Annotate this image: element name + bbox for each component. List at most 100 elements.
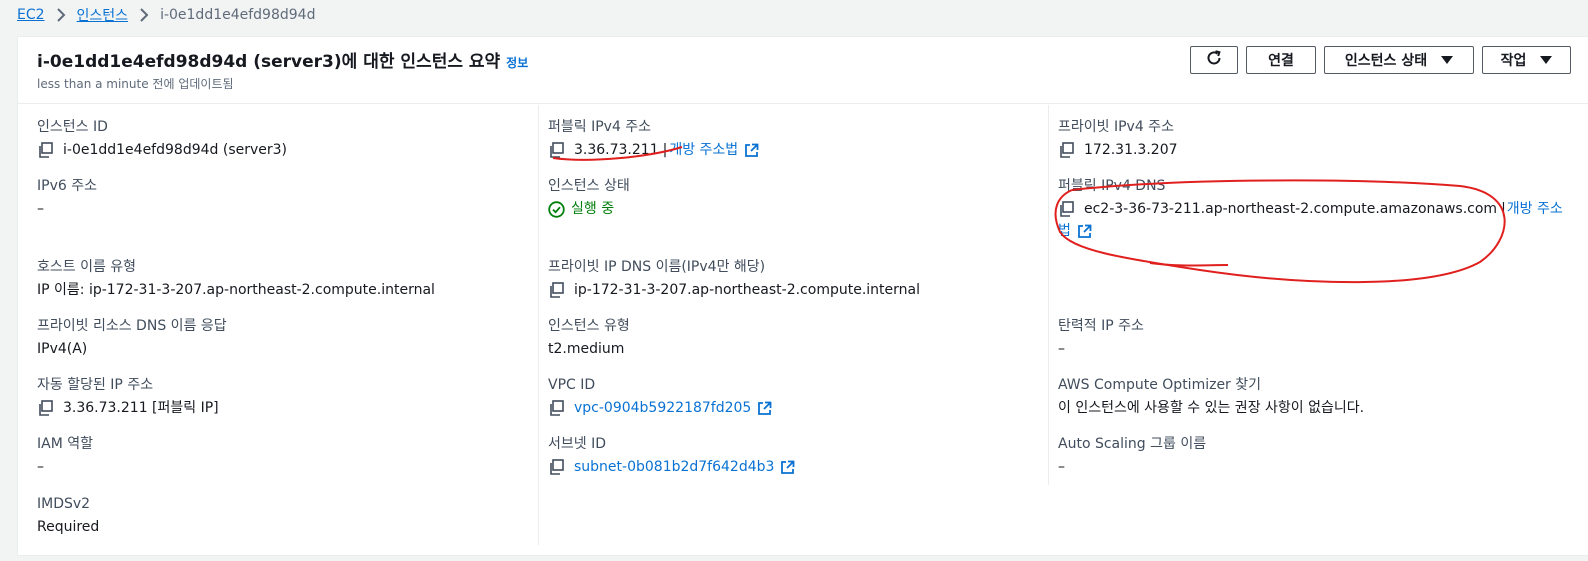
public-ipv4-separator: | — [662, 142, 668, 158]
vpc-id-label: VPC ID — [548, 377, 596, 393]
auto-ip-label: 자동 할당된 IP 주소 — [37, 377, 154, 393]
subnet-id-value-row: subnet-0b081b2d7f642d4b3 — [548, 457, 1038, 477]
instance-state-value-row: 실행 중 — [548, 199, 1038, 219]
hostname-type-label: 호스트 이름 유형 — [37, 259, 137, 275]
imdsv2-value: Required — [37, 519, 100, 535]
instance-state-dropdown[interactable]: 인스턴스 상태 — [1324, 46, 1474, 74]
copy-icon[interactable] — [548, 399, 566, 417]
external-link-icon[interactable] — [1077, 224, 1092, 239]
public-dns-label: 퍼블릭 IPv4 DNS — [1058, 178, 1166, 194]
details-grid: 인스턴스 ID i-0e1dd1e4efd98d94d (server3) IP… — [18, 105, 1588, 555]
instance-type-value: t2.medium — [548, 341, 625, 357]
copy-icon[interactable] — [548, 458, 566, 476]
auto-ip-value-row: 3.36.73.211 [퍼블릭 IP] — [37, 398, 527, 418]
optimizer-label: AWS Compute Optimizer 찾기 — [1058, 377, 1262, 393]
info-link[interactable]: 정보 — [506, 56, 528, 70]
instance-state-dropdown-label: 인스턴스 상태 — [1344, 53, 1428, 69]
field-instance-type: 인스턴스 유형 t2.medium — [548, 316, 1038, 359]
field-instance-state: 인스턴스 상태 실행 중 — [548, 176, 1038, 219]
refresh-button[interactable] — [1190, 46, 1238, 74]
check-circle-icon — [548, 200, 565, 218]
public-dns-value-row: ec2-3-36-73-211.ap-northeast-2.compute.a… — [1058, 199, 1563, 219]
copy-icon[interactable] — [1058, 141, 1076, 159]
copy-icon[interactable] — [1058, 200, 1076, 218]
vpc-id-link[interactable]: vpc-0904b5922187fd205 — [574, 398, 751, 418]
public-dns-open-link-cont[interactable]: 법 — [1058, 221, 1071, 241]
public-ipv4-value-row: 3.36.73.211 | 개방 주소법 — [548, 140, 1038, 160]
column-divider — [1048, 105, 1049, 485]
column-divider — [538, 105, 539, 545]
public-ipv4-value: 3.36.73.211 — [574, 142, 659, 158]
instance-id-value: i-0e1dd1e4efd98d94d (server3) — [63, 142, 287, 158]
hostname-type-value: IP 이름: ip-172-31-3-207.ap-northeast-2.co… — [37, 282, 435, 298]
private-ipv4-label: 프라이빗 IPv4 주소 — [1058, 119, 1174, 135]
private-ip-dns-value-row: ip-172-31-3-207.ap-northeast-2.compute.i… — [548, 280, 1038, 300]
actions-dropdown-label: 작업 — [1500, 53, 1527, 69]
public-ipv4-label: 퍼블릭 IPv4 주소 — [548, 119, 652, 135]
field-iam-role: IAM 역할 – — [37, 434, 527, 477]
copy-icon[interactable] — [37, 399, 55, 417]
subnet-id-link[interactable]: subnet-0b081b2d7f642d4b3 — [574, 457, 774, 477]
asg-value: – — [1058, 459, 1065, 475]
instance-summary-panel: i-0e1dd1e4efd98d94d (server3)에 대한 인스턴스 요… — [17, 36, 1588, 556]
actions-dropdown[interactable]: 작업 — [1482, 46, 1571, 74]
field-elastic-ip: 탄력적 IP 주소 – — [1058, 316, 1558, 359]
external-link-icon[interactable] — [757, 401, 772, 416]
copy-icon[interactable] — [548, 141, 566, 159]
subnet-id-label: 서브넷 ID — [548, 436, 606, 452]
field-optimizer: AWS Compute Optimizer 찾기 이 인스턴스에 사용할 수 있… — [1058, 375, 1558, 418]
private-dns-answer-label: 프라이빗 리소스 DNS 이름 응답 — [37, 318, 227, 334]
details-column-1: 인스턴스 ID i-0e1dd1e4efd98d94d (server3) IP… — [37, 105, 527, 555]
imdsv2-label: IMDSv2 — [37, 496, 91, 512]
breadcrumb-current: i-0e1dd1e4efd98d94d — [160, 7, 316, 23]
external-link-icon[interactable] — [780, 460, 795, 475]
elastic-ip-value: – — [1058, 341, 1065, 357]
ipv6-value: – — [37, 201, 44, 217]
copy-icon[interactable] — [548, 281, 566, 299]
caret-down-icon — [1540, 56, 1553, 64]
elastic-ip-label: 탄력적 IP 주소 — [1058, 318, 1144, 334]
panel-header: i-0e1dd1e4efd98d94d (server3)에 대한 인스턴스 요… — [18, 37, 1588, 104]
field-hostname-type: 호스트 이름 유형 IP 이름: ip-172-31-3-207.ap-nort… — [37, 257, 527, 300]
public-ipv4-open-link[interactable]: 개방 주소법 — [669, 140, 738, 160]
breadcrumb: EC2 인스턴스 i-0e1dd1e4efd98d94d — [17, 4, 315, 26]
page-title: i-0e1dd1e4efd98d94d (server3)에 대한 인스턴스 요… — [37, 47, 528, 72]
field-auto-ip: 자동 할당된 IP 주소 3.36.73.211 [퍼블릭 IP] — [37, 375, 527, 418]
public-dns-value: ec2-3-36-73-211.ap-northeast-2.compute.a… — [1084, 201, 1498, 217]
refresh-icon — [1205, 49, 1223, 71]
field-ipv6: IPv6 주소 – — [37, 176, 527, 219]
instance-state-value: 실행 중 — [571, 201, 615, 217]
field-private-dns-answer: 프라이빗 리소스 DNS 이름 응답 IPv4(A) — [37, 316, 527, 359]
connect-button[interactable]: 연결 — [1246, 46, 1316, 74]
public-dns-separator: | — [1501, 201, 1506, 217]
last-updated-text: less than a minute 전에 업데이트됨 — [37, 77, 234, 91]
caret-down-icon — [1441, 56, 1454, 64]
private-dns-answer-value: IPv4(A) — [37, 341, 88, 357]
ipv6-label: IPv6 주소 — [37, 178, 97, 194]
field-public-dns: 퍼블릭 IPv4 DNS ec2-3-36-73-211.ap-northeas… — [1058, 176, 1563, 241]
details-column-2: 퍼블릭 IPv4 주소 3.36.73.211 | 개방 주소법 인스턴스 상태… — [548, 105, 1038, 555]
private-ipv4-value: 172.31.3.207 — [1084, 142, 1178, 158]
copy-icon[interactable] — [37, 141, 55, 159]
private-ipv4-value-row: 172.31.3.207 — [1058, 140, 1558, 160]
breadcrumb-ec2[interactable]: EC2 — [17, 7, 45, 23]
vpc-id-value-row: vpc-0904b5922187fd205 — [548, 398, 1038, 418]
field-public-ipv4: 퍼블릭 IPv4 주소 3.36.73.211 | 개방 주소법 — [548, 117, 1038, 160]
instance-id-label: 인스턴스 ID — [37, 119, 108, 135]
instance-id-value-row: i-0e1dd1e4efd98d94d (server3) — [37, 140, 527, 160]
field-instance-id: 인스턴스 ID i-0e1dd1e4efd98d94d (server3) — [37, 117, 527, 160]
optimizer-value: 이 인스턴스에 사용할 수 있는 권장 사항이 없습니다. — [1058, 400, 1365, 416]
breadcrumb-instances[interactable]: 인스턴스 — [77, 5, 129, 25]
external-link-icon[interactable] — [744, 143, 759, 158]
header-actions: 연결 인스턴스 상태 작업 — [1190, 46, 1571, 74]
auto-ip-value: 3.36.73.211 [퍼블릭 IP] — [63, 400, 219, 416]
field-asg: Auto Scaling 그룹 이름 – — [1058, 434, 1558, 477]
public-dns-value-row-2: 법 — [1058, 221, 1558, 241]
chevron-right-icon — [56, 8, 66, 22]
public-dns-open-link[interactable]: 개방 주소 — [1507, 199, 1563, 219]
field-private-ipv4: 프라이빗 IPv4 주소 172.31.3.207 — [1058, 117, 1558, 160]
field-vpc-id: VPC ID vpc-0904b5922187fd205 — [548, 375, 1038, 418]
chevron-right-icon — [139, 8, 149, 22]
iam-role-label: IAM 역할 — [37, 436, 93, 452]
details-column-3: 프라이빗 IPv4 주소 172.31.3.207 퍼블릭 IPv4 DNS e… — [1058, 105, 1563, 555]
